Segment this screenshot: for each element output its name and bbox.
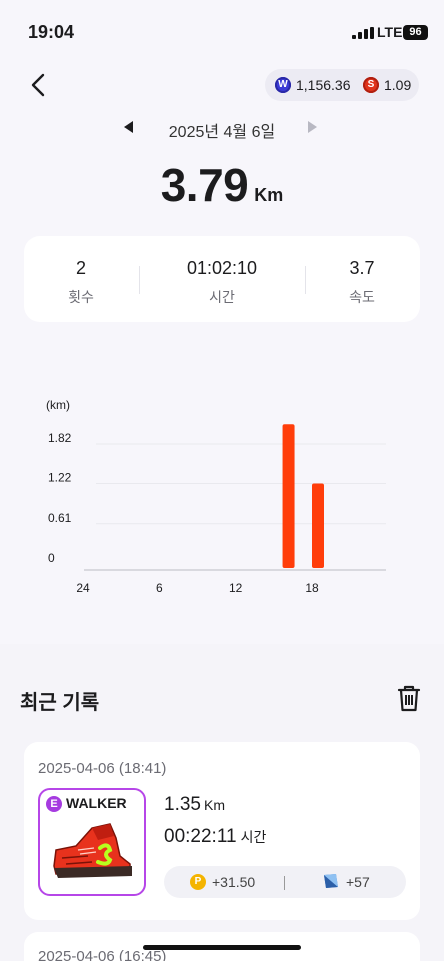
trash-icon	[397, 685, 421, 712]
stat-time: 01:02:10 시간	[167, 258, 277, 307]
date-navigator: 2025년 4월 6일	[0, 114, 444, 142]
record-duration-label: 시간	[240, 829, 267, 845]
e-badge-icon: E	[46, 796, 62, 812]
hourly-distance-chart: (km) 1.82 1.22 0.61 0 24 6 12 18	[46, 398, 386, 595]
rewards-divider	[284, 876, 285, 890]
stat-speed-value: 3.7	[349, 258, 375, 278]
battery-icon: 96	[403, 25, 428, 40]
record-duration: 00:22:11 시간	[164, 826, 266, 848]
y-tick-label: 1.22	[48, 471, 72, 485]
record-rewards: P +31.50 +57	[164, 866, 406, 898]
record-distance-unit: Km	[203, 797, 225, 813]
y-axis-label: (km)	[46, 398, 70, 412]
stats-divider	[139, 266, 140, 294]
record-date: 2025-04-06 (18:41)	[38, 760, 167, 777]
delete-button[interactable]	[396, 684, 422, 712]
stats-divider	[305, 266, 306, 294]
shoe-type: WALKER	[66, 795, 127, 811]
chart-bar	[282, 424, 295, 568]
stat-count-label: 횟수	[68, 289, 94, 305]
gem-reward: +57	[346, 874, 370, 890]
current-date: 2025년 4월 6일	[168, 124, 276, 141]
chart-bar	[312, 483, 324, 568]
stat-speed: 3.7 속도	[307, 258, 417, 307]
chevron-left-icon	[31, 73, 45, 97]
x-tick-label: 12	[229, 581, 243, 595]
stat-count-value: 2	[75, 258, 86, 278]
y-tick-label: 0	[48, 551, 55, 565]
total-distance-value: 3.79	[160, 159, 249, 211]
y-tick-label: 1.82	[48, 431, 72, 445]
points-reward: +31.50	[212, 874, 256, 890]
stat-count: 2 횟수	[26, 258, 136, 307]
stat-time-label: 시간	[209, 289, 235, 305]
s-coin-icon: S	[363, 77, 379, 93]
total-distance: 3.79 Km	[0, 158, 444, 212]
signal-icon	[352, 27, 374, 39]
stat-speed-label: 속도	[349, 289, 375, 305]
wallet-balance[interactable]: W 1,156.36 S 1.09	[265, 69, 419, 101]
status-bar: 19:04 LTE 96	[0, 0, 444, 64]
prev-day-button[interactable]	[124, 121, 133, 133]
p-coin-icon: P	[190, 874, 206, 890]
recent-title: 최근 기록	[20, 692, 100, 714]
shoe-thumbnail: E WALKER	[38, 788, 146, 896]
w-coin-balance: 1,156.36	[296, 77, 351, 93]
s-coin-balance: 1.09	[384, 77, 412, 93]
x-tick-label: 6	[156, 581, 163, 595]
network-label: LTE	[377, 24, 403, 40]
x-tick-label: 24	[76, 581, 90, 595]
x-tick-label: 18	[305, 581, 319, 595]
status-time: 19:04	[28, 22, 75, 42]
stat-time-value: 01:02:10	[186, 258, 258, 278]
record-distance-value: 1.35	[164, 794, 201, 815]
home-indicator	[143, 945, 301, 950]
sneaker-icon	[53, 823, 132, 878]
back-button[interactable]	[26, 72, 52, 98]
w-coin-icon: W	[275, 77, 291, 93]
record-duration-value: 00:22:11	[164, 826, 237, 847]
total-distance-unit: Km	[254, 185, 284, 205]
record-distance: 1.35 Km	[164, 794, 225, 816]
record-card[interactable]: 2025-04-06 (18:41) E WALKER 1.35 Km 00:22…	[24, 742, 420, 920]
y-tick-label: 0.61	[48, 511, 72, 525]
stats-card: 2 횟수 01:02:10 시간 3.7 속도	[24, 236, 420, 322]
gem-icon	[324, 874, 338, 888]
next-day-button[interactable]	[308, 121, 317, 133]
